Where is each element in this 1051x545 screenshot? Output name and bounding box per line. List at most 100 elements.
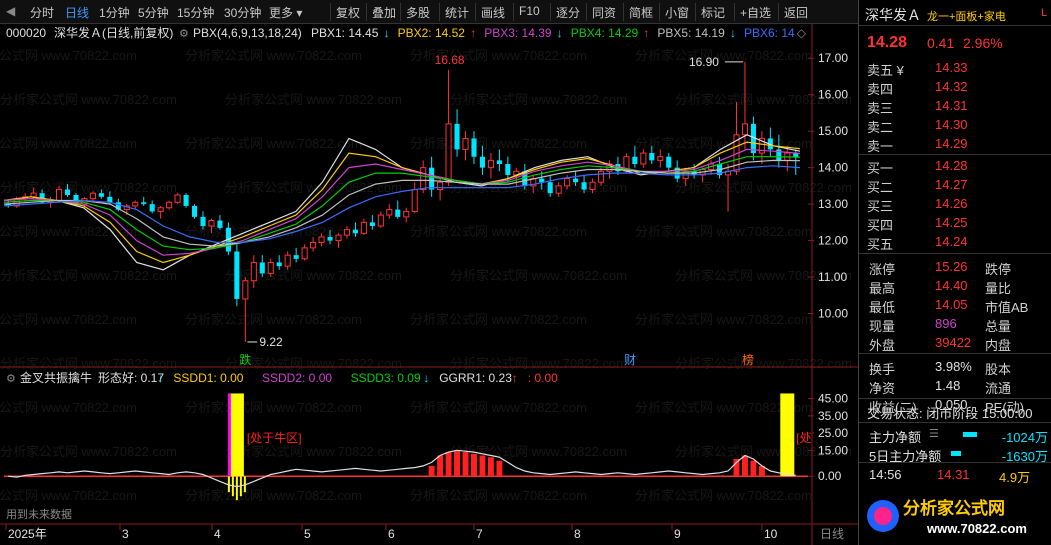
toolbar-button[interactable]: 叠加	[372, 4, 396, 21]
prev-arrow-icon[interactable]: ◀	[6, 4, 15, 18]
ask-row[interactable]: 卖三 14.31	[859, 96, 1051, 116]
chart-area[interactable]: 分析家公式网 www.70822.com 分析家公式网 www.70822.com…	[0, 24, 858, 545]
x-tick-label: 9	[674, 527, 681, 541]
stat-value: 3.98%	[935, 359, 972, 374]
ask-price: 14.30	[935, 117, 968, 132]
period-tab[interactable]: 更多 ▾	[269, 4, 302, 21]
watermark-text: 分析家公式网 www.70822.com	[675, 180, 852, 195]
settings-icon[interactable]: ⚙	[6, 373, 16, 385]
watermark-text: 分析家公式网 www.70822.com	[0, 268, 177, 283]
ask-price: 14.29	[935, 136, 968, 151]
period-tab[interactable]: 15分钟	[177, 4, 214, 21]
toolbar-separator	[513, 3, 514, 21]
toolbar-button[interactable]: 多股	[406, 4, 430, 21]
bid-price: 14.25	[935, 215, 968, 230]
toolbar-button[interactable]: 返回	[784, 4, 808, 21]
candle-body	[462, 137, 469, 150]
period-tab[interactable]: 分时	[30, 4, 54, 21]
low-annotation: 9.22	[259, 335, 283, 349]
candle-body	[360, 221, 367, 234]
price-change-pct: 2.96%	[963, 35, 1003, 51]
sub-legend-value: SSDD2: 0.00	[262, 371, 332, 385]
toolbar-button[interactable]: 简框	[629, 4, 653, 21]
candle-body	[573, 178, 579, 183]
period-tab[interactable]: 1分钟	[99, 4, 130, 21]
list-icon[interactable]: ☰	[929, 427, 939, 440]
settings-icon[interactable]: ⚙	[179, 28, 189, 40]
event-marker[interactable]: 跌	[239, 352, 251, 367]
bid-row[interactable]: 买一 14.28	[859, 156, 1051, 176]
candle-body	[267, 261, 274, 274]
flow-row: 主力净额 ☰ -1024万	[859, 425, 1051, 445]
event-marker[interactable]: 榜	[742, 352, 754, 367]
watermark-text: 分析家公式网 www.70822.com	[450, 268, 627, 283]
toolbar-separator	[330, 3, 331, 21]
toolbar-button[interactable]: F10	[519, 4, 540, 18]
legend-arrow-icon: ↓	[557, 26, 563, 40]
event-marker[interactable]: 财	[624, 353, 636, 367]
toolbar-button[interactable]: 画线	[481, 4, 505, 21]
watermark-text: 分析家公式网 www.70822.com	[410, 136, 587, 151]
candle-body	[276, 262, 282, 267]
toolbar-button[interactable]: 逐分	[556, 4, 580, 21]
toolbar-button[interactable]: 统计	[445, 4, 469, 21]
candle-body	[89, 192, 96, 200]
ask-row[interactable]: 卖四 14.32	[859, 77, 1051, 97]
ask-row[interactable]: 卖一 14.29	[859, 134, 1051, 154]
concept-tags[interactable]: 龙一+面板+家电	[927, 8, 1006, 24]
site-logo: 分析家公式网 www.70822.com	[859, 488, 1051, 545]
watermark-text: 分析家公式网 www.70822.com	[0, 488, 137, 503]
tick-row: 14:56 14.31 4.9万	[859, 465, 1051, 485]
indicator-name[interactable]: PBX(4,6,9,13,18,24)	[193, 26, 302, 40]
magenta-bar	[227, 393, 231, 477]
watermark-text: 分析家公式网 www.70822.com	[0, 400, 137, 415]
x-tick-label: 8	[574, 527, 581, 541]
watermark-text: 分析家公式网 www.70822.com	[0, 180, 177, 195]
toolbar-button[interactable]: 小窗	[665, 4, 689, 21]
candle-body	[234, 251, 240, 299]
period-tab[interactable]: 日线	[65, 4, 89, 21]
watermark-text: 分析家公式网 www.70822.com	[225, 444, 402, 459]
bid-row[interactable]: 买四 14.25	[859, 213, 1051, 233]
sub-indicator-name[interactable]: 金叉共振擒牛	[20, 370, 92, 385]
candle-body	[301, 247, 308, 260]
watermark-text: 分析家公式网 www.70822.com	[225, 92, 402, 107]
red-bar	[733, 458, 740, 477]
toolbar-separator	[550, 3, 551, 21]
bid-row[interactable]: 买二 14.27	[859, 175, 1051, 195]
toolbar-separator	[623, 3, 624, 21]
stat-row: 涨停 15.26 跌停	[859, 257, 1051, 277]
bull-zone-label: [处于牛区]	[247, 430, 302, 445]
watermark-text: 分析家公式网 www.70822.com	[225, 356, 402, 371]
ask-row[interactable]: 卖五 ¥14.33	[859, 58, 1051, 78]
stat-value: 14.05	[935, 297, 968, 312]
toolbar-button[interactable]: 复权	[336, 4, 360, 21]
candle-body	[30, 192, 37, 198]
candle-body	[64, 189, 71, 195]
ask-price: 14.32	[935, 79, 968, 94]
ask-row[interactable]: 卖二 14.30	[859, 115, 1051, 135]
candle-body	[149, 204, 155, 212]
candle-body	[191, 205, 198, 217]
candle-body	[132, 201, 139, 207]
candle-body	[666, 156, 672, 168]
watermark-text: 分析家公式网 www.70822.com	[635, 48, 812, 63]
stat-label: 内盘	[985, 338, 1012, 353]
legend-value: PBX4: 14.29	[571, 26, 639, 40]
candle-body	[56, 189, 63, 201]
period-tab[interactable]: 30分钟	[224, 4, 261, 21]
toolbar-button[interactable]: 同资	[592, 4, 616, 21]
candle-body	[242, 280, 249, 300]
toolbar-button[interactable]: +自选	[740, 4, 771, 21]
toolbar-button[interactable]: 标记	[701, 4, 725, 21]
y-tick-label: 10.00	[818, 307, 848, 321]
candle-body	[564, 178, 571, 187]
toolbar-separator	[695, 3, 696, 21]
red-bar	[437, 455, 444, 477]
sub-legend-arrow-icon: ↓	[423, 371, 429, 385]
bid-row[interactable]: 买三 14.26	[859, 194, 1051, 214]
sub-legend-value: SSDD1: 0.00	[173, 371, 243, 385]
bid-row[interactable]: 买五 14.24	[859, 232, 1051, 252]
watermark-text: 分析家公式网 www.70822.com	[0, 92, 177, 107]
period-tab[interactable]: 5分钟	[138, 4, 169, 21]
